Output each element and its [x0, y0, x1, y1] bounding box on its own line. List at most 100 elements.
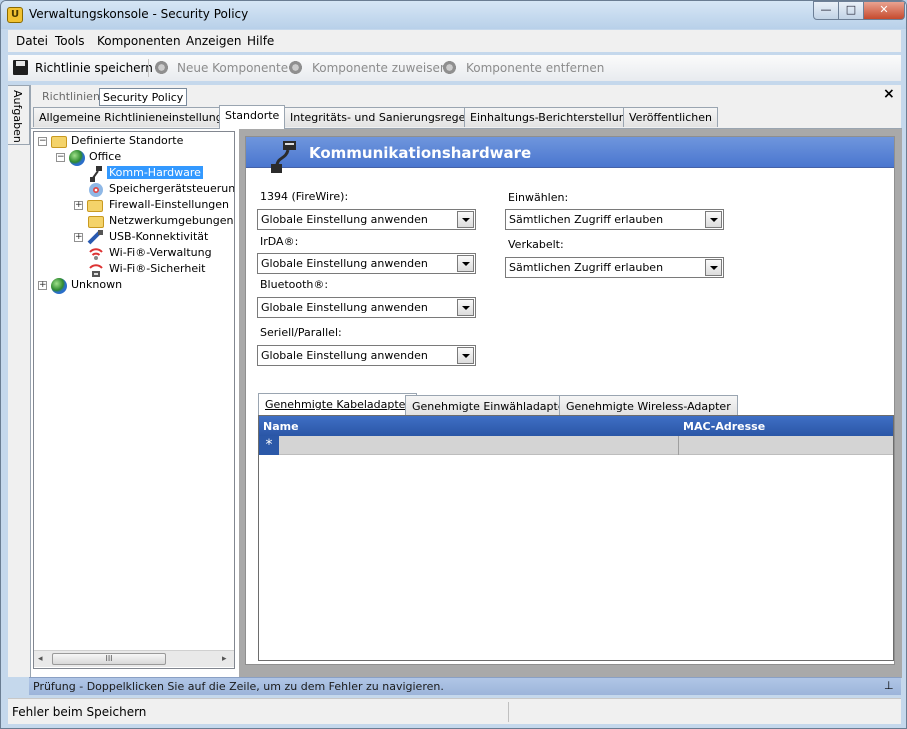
tab-veroeffentlichen[interactable]: Veröffentlichen [623, 107, 718, 127]
dropdown-value: Globale Einstellung anwenden [261, 257, 428, 270]
column-header-name[interactable]: Name [263, 420, 299, 433]
chevron-down-icon[interactable] [457, 255, 474, 272]
remove-component-button[interactable]: Komponente entfernen [466, 61, 604, 75]
new-row[interactable]: * [259, 436, 893, 455]
menu-komponenten[interactable]: Komponenten [97, 34, 181, 48]
tasks-side-tab-label: Aufgaben [11, 90, 24, 143]
column-divider [678, 436, 679, 455]
menu-datei[interactable]: Datei [16, 34, 48, 48]
assign-component-icon [288, 60, 303, 75]
dropdown-value: Globale Einstellung anwenden [261, 213, 428, 226]
doc-tab-security-policy[interactable]: Security Policy [99, 88, 188, 106]
dialup-dropdown[interactable]: Sämtlichen Zugriff erlauben [505, 209, 724, 230]
dropdown-value: Sämtlichen Zugriff erlauben [509, 261, 664, 274]
remove-component-icon [442, 60, 457, 75]
tree-label: Unknown [71, 278, 123, 291]
title-bar[interactable]: U Verwaltungskonsole - Security Policy —… [1, 1, 906, 29]
comm-hardware-panel: Kommunikationshardware 1394 (FireWire): … [245, 136, 895, 665]
menu-anzeigen[interactable]: Anzeigen [186, 34, 241, 48]
collapse-icon[interactable]: − [56, 153, 65, 162]
globe-icon [69, 150, 85, 166]
tab-einhaltungs-berichterstellung[interactable]: Einhaltungs-Berichterstellung [464, 107, 639, 127]
tree-label: Definierte Standorte [71, 134, 184, 147]
menu-bar: Datei Tools Komponenten Anzeigen Hilfe [8, 30, 901, 52]
tree-horizontal-scrollbar[interactable]: ◂ III ▸ [34, 650, 234, 667]
tree-label: Netzwerkumgebungen [109, 214, 234, 227]
document-area: Richtlinien Security Policy × Allgemeine… [30, 85, 902, 678]
folder-icon [51, 136, 67, 148]
chevron-down-icon[interactable] [705, 211, 722, 228]
status-bar: Fehler beim Speichern [8, 698, 901, 724]
scroll-left-icon[interactable]: ◂ [38, 654, 43, 664]
folder-icon [88, 216, 104, 228]
grid-header: Name MAC-Adresse [259, 416, 893, 436]
detail-panel: Kommunikationshardware 1394 (FireWire): … [239, 129, 902, 678]
tree-label: USB-Konnektivität [109, 230, 209, 243]
wifi-icon [89, 248, 103, 260]
expand-icon[interactable]: + [74, 233, 83, 242]
maximize-button[interactable]: □ [838, 1, 864, 20]
save-policy-button[interactable]: Richtlinie speichern [35, 61, 153, 75]
save-icon [13, 60, 28, 75]
window-title: Verwaltungskonsole - Security Policy [29, 7, 249, 21]
close-document-icon[interactable]: × [883, 86, 895, 102]
bluetooth-label: Bluetooth®: [260, 278, 329, 291]
wifi-lock-icon [89, 264, 103, 277]
dropdown-value: Globale Einstellung anwenden [261, 301, 428, 314]
tab-label: Genehmigte Kabeladapter [265, 398, 410, 411]
tab-integritaets-und-sanierungsregeln[interactable]: Integritäts- und Sanierungsregeln [284, 107, 482, 127]
doc-tab-richtlinien[interactable]: Richtlinien [39, 88, 103, 106]
tree-label: Speichergerätsteuerun [109, 182, 235, 195]
scroll-right-icon[interactable]: ▸ [222, 654, 227, 664]
folder-icon [87, 200, 103, 212]
adapter-grid[interactable]: Name MAC-Adresse * [258, 415, 894, 661]
wired-dropdown[interactable]: Sämtlichen Zugriff erlauben [505, 257, 724, 278]
error-list-panel[interactable]: Prüfung - Doppelklicken Sie auf die Zeil… [29, 677, 901, 695]
tasks-side-tab[interactable]: Aufgaben [8, 85, 30, 145]
usb-icon [87, 230, 103, 245]
tree-label: Wi-Fi®-Sicherheit [109, 262, 206, 275]
toolbar: Richtlinie speichern Neue Komponente Kom… [8, 55, 901, 81]
scroll-thumb[interactable]: III [52, 653, 166, 665]
dropdown-value: Sämtlichen Zugriff erlauben [509, 213, 664, 226]
detail-title: Kommunikationshardware [309, 144, 532, 162]
tab-cable-adapters[interactable]: Genehmigte Kabeladapter [258, 393, 417, 415]
menu-hilfe[interactable]: Hilfe [247, 34, 274, 48]
firewire-dropdown[interactable]: Globale Einstellung anwenden [257, 209, 476, 230]
tree-label: Firewall-Einstellungen [109, 198, 230, 211]
assign-component-button[interactable]: Komponente zuweisen [312, 61, 447, 75]
tab-wireless-adapters[interactable]: Genehmigte Wireless-Adapter [559, 395, 738, 415]
pin-icon[interactable]: ⊥ [884, 679, 894, 692]
bluetooth-dropdown[interactable]: Globale Einstellung anwenden [257, 297, 476, 318]
new-component-icon [154, 60, 169, 75]
tab-standorte[interactable]: Standorte [219, 105, 286, 129]
chevron-down-icon[interactable] [457, 211, 474, 228]
status-text: Fehler beim Speichern [12, 705, 147, 719]
chevron-down-icon[interactable] [457, 299, 474, 316]
tab-allgemeine-richtlinieneinstellungen[interactable]: Allgemeine Richtlinieneinstellungen [33, 107, 243, 127]
tree-label: Wi-Fi®-Verwaltung [109, 246, 212, 259]
cable-icon [271, 141, 296, 173]
close-window-button[interactable]: ✕ [863, 1, 905, 20]
chevron-down-icon[interactable] [457, 347, 474, 364]
collapse-icon[interactable]: − [38, 137, 47, 146]
location-tree[interactable]: − Definierte Standorte − Office Komm-Har… [33, 131, 235, 669]
tab-dialup-adapters[interactable]: Genehmigte Einwähladapter [405, 395, 577, 415]
menu-tools[interactable]: Tools [55, 34, 85, 48]
application-window: U Verwaltungskonsole - Security Policy —… [0, 0, 907, 729]
detail-header: Kommunikationshardware [246, 137, 894, 173]
expand-icon[interactable]: + [74, 201, 83, 210]
new-component-button[interactable]: Neue Komponente [177, 61, 288, 75]
serial-parallel-dropdown[interactable]: Globale Einstellung anwenden [257, 345, 476, 366]
column-header-mac[interactable]: MAC-Adresse [683, 420, 765, 433]
chevron-down-icon[interactable] [705, 259, 722, 276]
irda-dropdown[interactable]: Globale Einstellung anwenden [257, 253, 476, 274]
expand-icon[interactable]: + [38, 281, 47, 290]
status-separator [508, 702, 509, 722]
irda-label: IrDA®: [260, 235, 299, 248]
minimize-button[interactable]: — [813, 1, 839, 20]
main-area: Aufgaben Richtlinien Security Policy × A… [8, 85, 902, 678]
globe-icon [51, 278, 67, 294]
new-row-marker-icon: * [259, 436, 279, 455]
tree-label: Komm-Hardware [107, 166, 203, 179]
